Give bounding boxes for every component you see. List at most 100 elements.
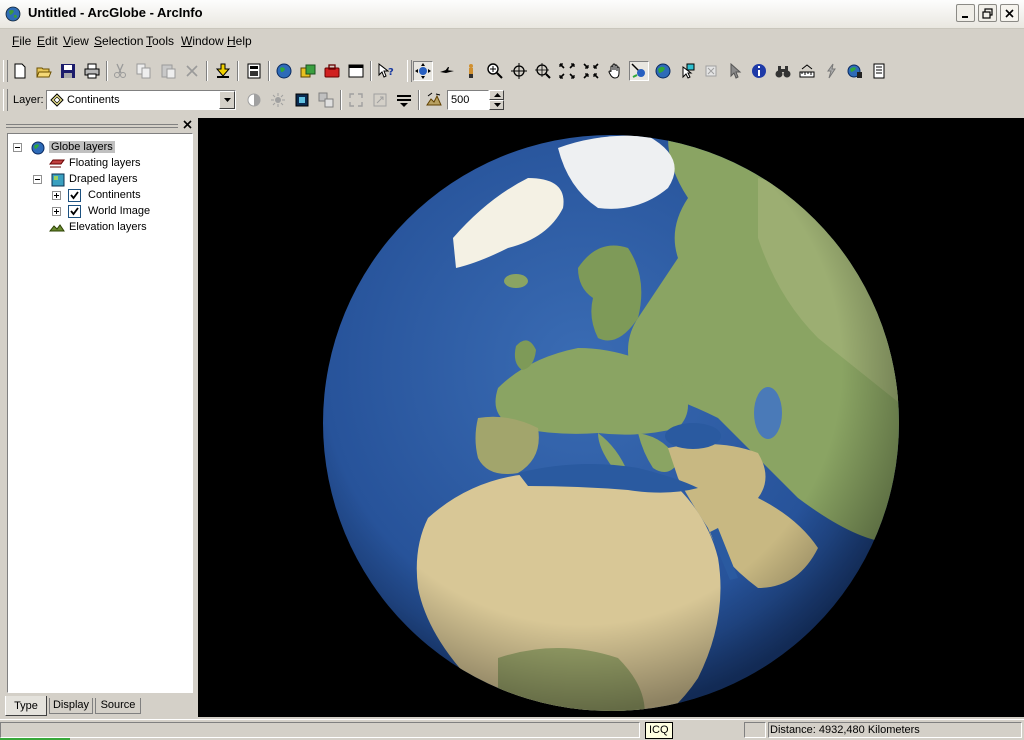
pan-button[interactable] <box>605 61 625 81</box>
toolbar-grip[interactable] <box>3 60 8 82</box>
status-message-panel <box>0 722 640 738</box>
contrast-icon <box>247 93 261 107</box>
status-bar: ICQ Distance: 4932,480 Kilometers <box>0 719 1024 740</box>
zoom-extent-button[interactable] <box>581 61 601 81</box>
hyperlink-button[interactable] <box>821 61 841 81</box>
delete-button[interactable] <box>182 61 202 81</box>
arccatalog-button[interactable] <box>298 61 318 81</box>
menu-view[interactable]: View <box>63 34 89 48</box>
paste-button[interactable] <box>158 61 178 81</box>
menu-tools[interactable]: Tools <box>146 34 174 48</box>
observer-icon <box>469 64 473 78</box>
close-icon[interactable] <box>183 120 192 129</box>
spin-down-button[interactable] <box>489 100 504 110</box>
select-features-icon <box>682 63 695 79</box>
clear-selection-button[interactable] <box>701 61 721 81</box>
vertical-exaggeration-button[interactable] <box>424 90 444 110</box>
arctoolbox-button[interactable] <box>322 61 342 81</box>
close-button[interactable] <box>1000 4 1019 22</box>
zoom-to-layer-button[interactable] <box>370 90 390 110</box>
exaggeration-input[interactable]: 500 <box>447 90 489 110</box>
measure-button[interactable] <box>797 61 817 81</box>
tree-label-continents: Continents <box>88 189 141 201</box>
center-target-icon <box>631 63 645 78</box>
menu-edit[interactable]: Edit <box>37 34 58 48</box>
world-image-visibility-checkbox[interactable] <box>68 205 81 218</box>
save-button[interactable] <box>58 61 78 81</box>
zoom-to-target-button[interactable] <box>533 61 553 81</box>
spin-globe-icon <box>847 64 862 78</box>
print-button[interactable] <box>82 61 102 81</box>
tab-display[interactable]: Display <box>49 698 93 714</box>
layer-dropdown-button[interactable] <box>219 91 235 109</box>
layer-extent-button[interactable] <box>346 90 366 110</box>
layer-order-button[interactable] <box>394 90 414 110</box>
zoom-in-out-icon <box>487 63 503 79</box>
menu-bar: File Edit View Selection Tools Window He… <box>0 30 1024 52</box>
expand-toggle[interactable] <box>52 191 61 200</box>
open-button[interactable] <box>34 61 54 81</box>
layer-select[interactable]: Continents <box>46 90 236 110</box>
menu-help[interactable]: Help <box>227 34 252 48</box>
globe-display[interactable] <box>198 118 1024 717</box>
select-features-button[interactable] <box>677 61 697 81</box>
transparency-button[interactable] <box>292 90 312 110</box>
vertical-exaggeration-icon <box>426 92 442 106</box>
spin-up-button[interactable] <box>489 90 504 100</box>
cut-button[interactable] <box>110 61 130 81</box>
add-data-button[interactable] <box>213 61 233 81</box>
add-data-icon <box>215 63 231 78</box>
collapse-toggle[interactable] <box>13 143 22 152</box>
globe-button[interactable] <box>274 61 294 81</box>
arcglobe-app-icon[interactable] <box>5 6 21 22</box>
draped-layers-icon <box>51 173 65 187</box>
contrast-button[interactable] <box>244 90 264 110</box>
hyperlink-icon <box>827 63 836 79</box>
select-elements-icon <box>730 63 742 79</box>
icq-taskbar-item[interactable]: ICQ <box>645 722 673 739</box>
full-extent-button[interactable] <box>557 61 577 81</box>
menu-selection[interactable]: Selection <box>94 34 143 48</box>
layer-properties-icon <box>247 63 261 79</box>
zoom-in-out-button[interactable] <box>485 61 505 81</box>
layer-order-icon <box>397 95 411 107</box>
continents-visibility-checkbox[interactable] <box>68 189 81 202</box>
menu-window[interactable]: Window <box>181 34 224 48</box>
elevation-layers-icon <box>49 224 65 232</box>
tab-type[interactable]: Type <box>5 696 47 716</box>
window-button[interactable] <box>346 61 366 81</box>
fly-button[interactable] <box>437 61 457 81</box>
swipe-layer-button[interactable] <box>316 90 336 110</box>
navigate-button[interactable] <box>413 61 433 81</box>
checkmark-icon <box>70 207 79 216</box>
standard-toolbar: ? <box>0 57 410 85</box>
report-button[interactable] <box>869 61 889 81</box>
brightness-button[interactable] <box>268 90 288 110</box>
chevron-down-icon <box>224 98 231 102</box>
identify-button[interactable] <box>749 61 769 81</box>
target-button[interactable] <box>509 61 529 81</box>
expand-toggle[interactable] <box>52 207 61 216</box>
layer-properties-button[interactable] <box>244 61 264 81</box>
globe-view-button[interactable] <box>653 61 673 81</box>
tab-source[interactable]: Source <box>95 698 141 714</box>
restore-button[interactable] <box>978 4 997 22</box>
tree-label-elevation-layers: Elevation layers <box>69 221 147 233</box>
whats-this-button[interactable]: ? <box>376 61 396 81</box>
center-target-button[interactable] <box>629 61 649 81</box>
toolbar-grip[interactable] <box>407 60 412 82</box>
globe-icon <box>31 141 45 155</box>
collapse-toggle[interactable] <box>33 175 42 184</box>
copy-button[interactable] <box>134 61 154 81</box>
spin-globe-button[interactable] <box>845 61 865 81</box>
new-button[interactable] <box>10 61 30 81</box>
select-elements-button[interactable] <box>725 61 745 81</box>
minimize-button[interactable] <box>956 4 975 22</box>
menu-file[interactable]: File <box>12 34 31 48</box>
print-icon <box>84 63 100 79</box>
globe-view[interactable] <box>198 118 1024 717</box>
find-button[interactable] <box>773 61 793 81</box>
layer-label: Layer: <box>13 94 44 106</box>
observer-button[interactable] <box>461 61 481 81</box>
toolbar-grip[interactable] <box>3 89 8 111</box>
